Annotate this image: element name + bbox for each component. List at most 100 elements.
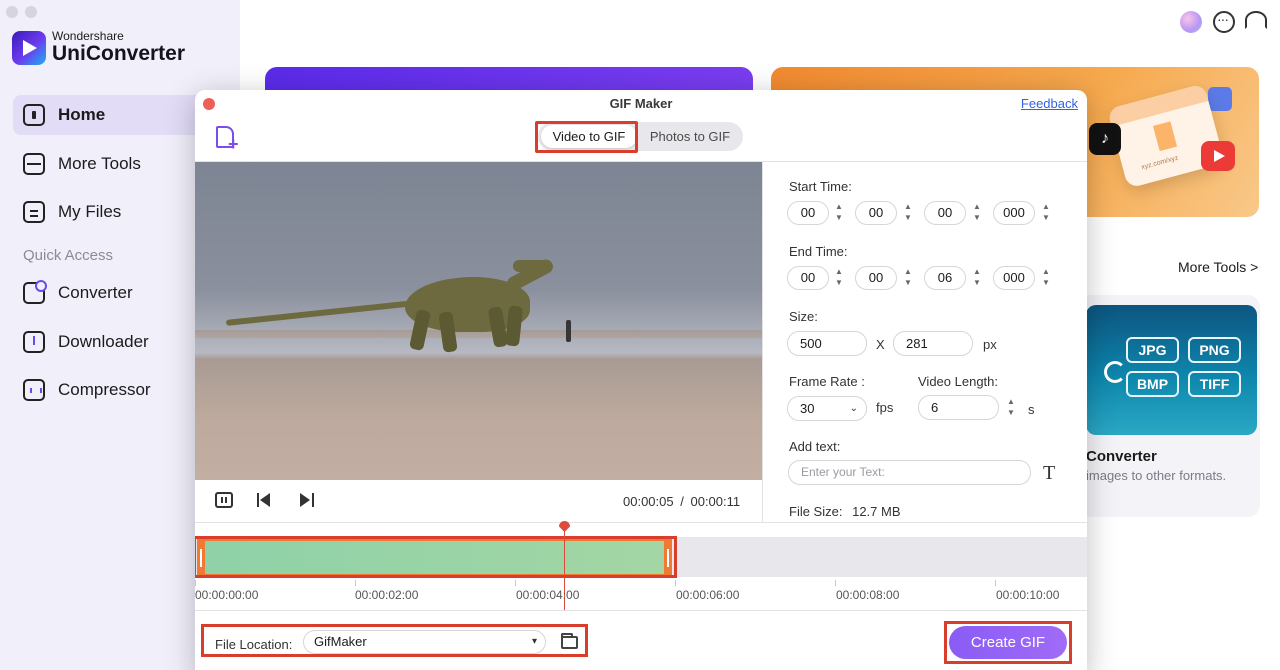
create-gif-button[interactable]: Create GIF [949, 626, 1067, 659]
quick-access-heading: Quick Access [23, 247, 114, 264]
downloader-icon [23, 331, 45, 353]
window-minimize-dot[interactable] [25, 6, 37, 18]
highlight-frame [195, 536, 677, 578]
end-minutes-stepper[interactable]: ▲ ▼ [902, 266, 914, 290]
start-seconds-input[interactable]: 00 [924, 201, 966, 225]
sidebar-item-label: My Files [58, 202, 122, 221]
person-figure [566, 320, 571, 342]
converter-card-image: JPG PNG BMP TIFF [1086, 305, 1257, 435]
length-unit-label: s [1028, 402, 1035, 417]
start-minutes-input[interactable]: 00 [855, 201, 897, 225]
width-input[interactable]: 500 [787, 331, 867, 356]
start-minutes-stepper[interactable]: ▲ ▼ [902, 201, 914, 225]
timeline-tick-label: 00:00:08:00 [836, 588, 900, 602]
sidebar-item-label: Converter [58, 283, 133, 302]
format-badge: JPG [1126, 337, 1179, 363]
bottom-divider [195, 610, 1087, 611]
headset-icon[interactable] [1245, 11, 1267, 29]
sidebar-item-label: Downloader [58, 332, 149, 351]
converter-icon [23, 280, 47, 304]
video-length-stepper[interactable]: ▲ ▼ [1005, 396, 1017, 420]
chevron-down-icon: ▾ [531, 636, 537, 647]
frame-rate-label: Frame Rate : [789, 374, 865, 389]
current-time: 00:00:05 [623, 494, 674, 509]
tiktok-icon: ♪ [1089, 123, 1121, 155]
toolbox-icon [23, 153, 45, 175]
convert-arrows-icon [1104, 361, 1126, 383]
timeline-tick-label: 00:00:04:00 [516, 588, 580, 602]
end-minutes-input[interactable]: 00 [855, 266, 897, 290]
playback-time: 00:00:05 / 00:00:11 [623, 494, 740, 509]
time-separator: / [680, 494, 684, 509]
chat-icon[interactable] [1213, 11, 1235, 33]
sidebar-item-label: More Tools [58, 154, 141, 173]
home-icon [23, 104, 45, 126]
folder-icon[interactable] [561, 633, 578, 649]
tab-video-to-gif[interactable]: Video to GIF [541, 125, 637, 148]
previous-frame-icon[interactable] [256, 492, 274, 508]
compressor-icon [23, 379, 45, 401]
add-text-label: Add text: [789, 439, 841, 454]
download-window-illustration: xyz.com/xyz [1107, 83, 1225, 189]
files-icon [23, 201, 45, 223]
next-frame-icon[interactable] [297, 492, 315, 508]
video-length-input[interactable]: 6 [918, 395, 999, 420]
end-hours-stepper[interactable]: ▲ ▼ [833, 266, 845, 290]
video-preview[interactable] [195, 162, 762, 480]
start-hours-input[interactable]: 00 [787, 201, 829, 225]
text-input[interactable]: Enter your Text: [788, 460, 1031, 485]
height-input[interactable]: 281 [893, 331, 973, 356]
format-badge: PNG [1188, 337, 1241, 363]
sidebar-item-label: Home [58, 105, 106, 124]
end-ms-input[interactable]: 000 [993, 266, 1035, 290]
end-seconds-stepper[interactable]: ▲ ▼ [971, 266, 983, 290]
frame-rate-value: 30 [800, 401, 815, 416]
brand: Wondershare UniConverter [12, 30, 185, 65]
end-seconds-input[interactable]: 06 [924, 266, 966, 290]
tab-photos-to-gif[interactable]: Photos to GIF [640, 125, 740, 148]
file-location-label: File Location: [215, 637, 293, 652]
more-tools-link[interactable]: More Tools > [1178, 259, 1258, 275]
playhead-handle[interactable] [559, 521, 570, 532]
timeline-tick-label: 00:00:02:00 [355, 588, 419, 602]
timeline-tick-label: 00:00:06:00 [676, 588, 740, 602]
sidebar-item-label: Compressor [58, 380, 151, 399]
dialog-title: GIF Maker [609, 96, 673, 111]
end-ms-stepper[interactable]: ▲ ▼ [1040, 266, 1052, 290]
size-x-label: X [876, 337, 885, 352]
film-icon [1208, 87, 1232, 111]
end-hours-input[interactable]: 00 [787, 266, 829, 290]
illustration-url: xyz.com/xyz [1140, 154, 1180, 172]
brand-name: UniConverter [52, 42, 186, 65]
converter-card-description: images to other formats. [1086, 468, 1227, 483]
total-time: 00:00:11 [690, 494, 741, 509]
start-ms-input[interactable]: 000 [993, 201, 1035, 225]
start-ms-stepper[interactable]: ▲ ▼ [1040, 201, 1052, 225]
uniconverter-logo-icon [12, 30, 46, 65]
timeline-divider [195, 522, 1087, 523]
feedback-link[interactable]: Feedback [1021, 96, 1078, 111]
window-close-dot[interactable] [6, 6, 18, 18]
dinosaur-figure [225, 299, 426, 326]
start-hours-stepper[interactable]: ▲ ▼ [833, 201, 845, 225]
text-style-icon[interactable]: T [1043, 462, 1055, 485]
file-location-select[interactable]: GifMaker ▾ [303, 630, 546, 654]
converter-card-title: Converter [1086, 448, 1157, 465]
add-file-icon[interactable] [216, 126, 239, 155]
start-seconds-stepper[interactable]: ▲ ▼ [971, 201, 983, 225]
format-badge: TIFF [1188, 371, 1241, 397]
gif-maker-dialog: GIF Maker Feedback Video to GIF Photos t… [195, 90, 1087, 670]
frame-rate-select[interactable]: 30 ⌄ [787, 396, 867, 421]
chevron-down-icon: ⌄ [849, 403, 858, 414]
youtube-icon [1201, 141, 1235, 171]
panel-divider [762, 162, 763, 522]
size-label: Size: [789, 309, 818, 324]
start-time-label: Start Time: [789, 179, 852, 194]
end-time-label: End Time: [789, 244, 848, 259]
converter-card[interactable]: JPG PNG BMP TIFF Converter images to oth… [1072, 295, 1260, 517]
user-avatar[interactable] [1180, 11, 1202, 33]
file-size-label: File Size: [789, 504, 843, 519]
file-size-info: File Size: 12.7 MB [789, 504, 901, 519]
fps-unit-label: fps [876, 400, 894, 415]
pause-icon[interactable] [215, 492, 233, 508]
